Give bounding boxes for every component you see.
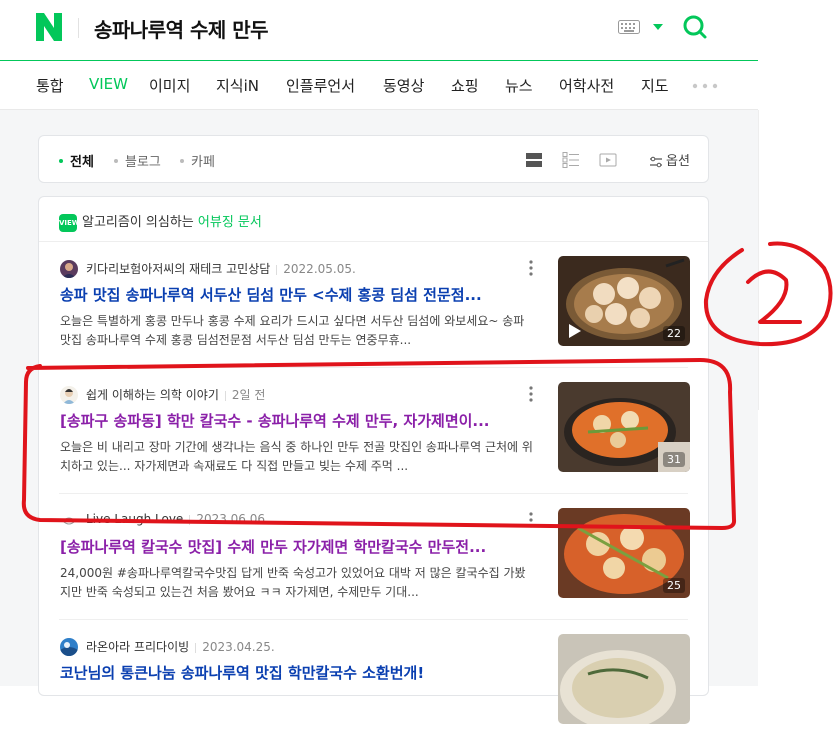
photo-count: 25 [663,578,685,593]
author-name[interactable]: 키다리보험아저씨의 재테크 고민상담 [86,262,270,276]
author-avatar[interactable] [60,512,78,530]
author-line: 키다리보험아저씨의 재테크 고민상담 2022.05.05. [86,260,356,277]
divider [195,642,197,653]
result-thumbnail[interactable]: 31 [558,382,690,472]
more-options-icon[interactable] [529,512,533,528]
divider [276,264,278,275]
author-name[interactable]: Live Laugh Love [86,512,183,526]
result-title[interactable]: [송파구 송파동] 학만 칼국수 - 송파나루역 수제 만두, 자가제면이... [60,410,530,431]
bullet-icon [114,158,118,163]
result-item: 쉽게 이해하는 의학 이야기 2일 전 [송파구 송파동] 학만 칼국수 - 송파… [39,368,708,494]
filter-blog[interactable]: 블로그 [114,151,161,170]
right-side-area [758,0,833,686]
tab-kin[interactable]: 지식iN [216,75,259,96]
tab-view[interactable]: VIEW [89,75,128,93]
search-header: 송파나루역 수제 만두 [0,0,760,61]
naver-logo[interactable] [36,13,62,41]
abuse-notice: VIEW 알고리즘이 의심하는 어뷰징 문서 [59,213,262,232]
result-title[interactable]: 코난님의 통큰나눔 송파나루역 맛집 학만칼국수 소환번개! [60,662,530,683]
author-name[interactable]: 라온아라 프리다이빙 [86,640,189,654]
tab-images[interactable]: 이미지 [149,75,190,96]
tab-shopping[interactable]: 쇼핑 [451,75,479,96]
author-avatar[interactable] [60,386,78,404]
result-title[interactable]: [송파나루역 칼국수 맛집] 수제 만두 자가제면 학만칼국수 만두전... [60,536,530,557]
filter-cafe[interactable]: 카페 [180,151,215,170]
more-tabs-icon[interactable] [692,83,718,89]
tab-dictionary[interactable]: 어학사전 [559,75,614,96]
more-options-icon[interactable] [529,386,533,402]
author-avatar[interactable] [60,638,78,656]
result-thumbnail[interactable]: 22 [558,256,690,346]
result-snippet: 24,000원 #송파나루역칼국수맛집 답게 반죽 숙성고가 있었어요 대박 저… [60,566,526,599]
result-thumbnail[interactable] [558,634,690,724]
author-line: 쉽게 이해하는 의학 이야기 2일 전 [86,386,265,403]
tab-video[interactable]: 동영상 [383,75,424,96]
photo-count: 22 [663,326,685,341]
keyboard-icon[interactable] [618,20,640,34]
tab-influencer[interactable]: 인플루언서 [286,75,355,96]
result-snippet: 오늘은 특별하게 홍콩 만두나 홍콩 수제 요리가 드시고 싶다면 서두산 딤섬… [60,314,525,347]
tab-integrated[interactable]: 통합 [36,75,64,96]
result-title[interactable]: 송파 맛집 송파나루역 서두산 딤섬 만두 <수제 홍콩 딤섬 전문점... [60,284,530,305]
search-query[interactable]: 송파나루역 수제 만두 [94,14,269,43]
abuse-document-link[interactable]: 어뷰징 문서 [198,215,262,230]
noodle-photo [558,634,690,724]
result-item: Live Laugh Love 2023.06.06. [송파나루역 칼국수 맛집… [39,494,708,620]
author-name[interactable]: 쉽게 이해하는 의학 이야기 [86,388,219,402]
bullet-icon [180,158,184,163]
header-divider [78,18,79,38]
result-item: 라온아라 프리다이빙 2023.04.25. 코난님의 통큰나눔 송파나루역 맛집… [39,620,708,746]
post-date: 2023.04.25. [202,640,275,654]
divider [224,390,226,401]
author-line: 라온아라 프리다이빙 2023.04.25. [86,638,275,655]
author-line: Live Laugh Love 2023.06.06. [86,512,269,526]
results-card: VIEW 알고리즘이 의심하는 어뷰징 문서 키다리보험아저씨의 재테크 고민상담… [38,196,709,724]
sliders-icon [650,156,662,167]
search-icon[interactable] [682,14,708,40]
filter-bar: 전체 블로그 카페 옵션 [38,135,709,183]
more-options-icon[interactable] [529,260,533,276]
tab-news[interactable]: 뉴스 [505,75,533,96]
result-thumbnail[interactable]: 25 [558,508,690,598]
options-button[interactable]: 옵션 [649,150,690,169]
bullet-icon [59,158,63,163]
result-snippet: 오늘은 비 내리고 장마 기간에 생각나는 음식 중 하나인 만두 전골 맛집인… [60,440,533,473]
search-tabs: 통합 VIEW 이미지 지식iN 인플루언서 동영상 쇼핑 뉴스 어학사전 지도 [0,61,760,110]
author-avatar[interactable] [60,260,78,278]
photo-count: 31 [663,452,685,467]
filter-all[interactable]: 전체 [59,151,94,170]
list-view-icon[interactable] [525,151,543,169]
view-badge-icon: VIEW [59,213,80,232]
compact-view-icon[interactable] [562,151,580,169]
video-view-icon[interactable] [599,151,617,169]
divider [189,514,191,525]
caret-down-icon[interactable] [652,22,664,32]
post-date: 2일 전 [231,388,266,402]
result-item: 키다리보험아저씨의 재테크 고민상담 2022.05.05. 송파 맛집 송파나루… [39,242,708,368]
post-date: 2023.06.06. [196,512,269,526]
post-date: 2022.05.05. [283,262,356,276]
play-icon [569,324,581,338]
tab-map[interactable]: 지도 [641,75,669,96]
